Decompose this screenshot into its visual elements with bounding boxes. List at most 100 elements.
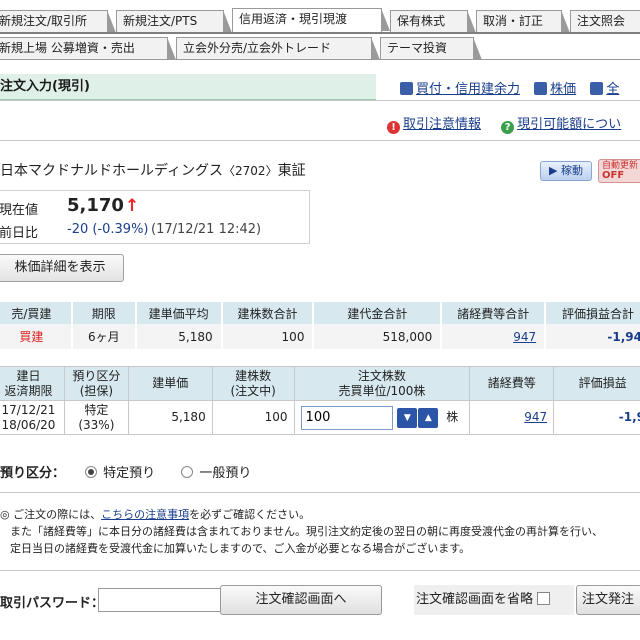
all-link[interactable]: 全	[590, 82, 619, 97]
main-tab-bar: 新規注文/取引所 新規注文/PTS 信用返済・現引現渡 保有株式 取消・訂正 注…	[0, 8, 640, 33]
tab-order-inquiry[interactable]: 注文照会	[570, 10, 640, 32]
tab-cancel-modify[interactable]: 取消・訂正	[476, 10, 570, 33]
tab-label: 新規注文/取引所	[0, 14, 88, 28]
tab-label: テーマ投資	[387, 41, 448, 55]
change-label: 前日比	[0, 226, 39, 241]
price-change: -20 (-0.39%)	[67, 222, 149, 237]
column-header: 建単価平均	[135, 302, 223, 324]
fees-link[interactable]: 947	[524, 410, 547, 424]
tab-new-order[interactable]: 新規注文/取引所	[0, 10, 116, 33]
cash-available-link[interactable]: ? 現引可能額につい	[501, 117, 621, 134]
current-price-label: 現在値	[0, 203, 39, 218]
tab-holdings[interactable]: 保有株式	[390, 10, 476, 33]
order-qty-cell: ▼▲ 株	[293, 400, 471, 435]
deposit-type-row: 預り区分： 特定預り 一般預り	[0, 462, 251, 481]
column-header: 預り区分 (担保)	[63, 366, 129, 401]
table-header-row: 売/買建 期限 建単価平均 建株数合計 建代金合計 諸経費等合計 評価損益合計	[0, 302, 640, 324]
column-header: 建株数 (注文中)	[211, 366, 295, 401]
amount-cell: 518,000	[313, 324, 443, 349]
tab-theme-investment[interactable]: テーマ投資	[380, 37, 482, 60]
column-header: 諸経費等合計	[441, 302, 547, 324]
column-header: 建単価	[127, 366, 213, 401]
trading-alert-link[interactable]: ! 取引注意情報	[387, 117, 481, 134]
unit-label: 株	[446, 410, 459, 424]
tab-label: 信用返済・現引現渡	[239, 12, 348, 26]
checkbox-icon[interactable]	[537, 592, 551, 605]
up-arrow-icon: ↑	[125, 196, 140, 216]
calculator-icon	[400, 82, 413, 95]
show-price-detail-button[interactable]: 株価詳細を表示	[0, 254, 124, 282]
confirm-order-button[interactable]: 注文確認画面へ	[220, 585, 382, 615]
divider	[0, 570, 640, 571]
stock-market: 東証	[277, 163, 306, 179]
column-header: 建日 返済期限	[0, 366, 65, 401]
header-links: 買付・信用建余力 株価 全	[400, 78, 629, 97]
increase-icon[interactable]: ▲	[418, 407, 439, 428]
tab-label: 保有株式	[397, 14, 446, 28]
radio-icon	[181, 466, 194, 478]
tab-off-auction[interactable]: 立会外分売/立会外トレード	[176, 37, 380, 60]
column-header: 売/買建	[0, 302, 73, 324]
note-line: 定日当日の諸経費を受渡代金に加算いたしますので、ご入金が必要となる場合がございま…	[10, 542, 471, 555]
subtab-divider	[0, 59, 640, 60]
auto-refresh-state: OFF	[602, 170, 625, 181]
list-icon	[590, 82, 604, 95]
table-row: 17/12/2118/06/20 特定(33%) 5,180 100 ▼▲ 株 …	[0, 400, 640, 435]
table-row: 買建 6ヶ月 5,180 100 518,000 947 -1,94	[0, 324, 640, 349]
skip-confirm-option[interactable]: 注文確認画面を省略	[414, 585, 574, 615]
page-title: 注文入力(現引)	[0, 74, 376, 100]
divider	[0, 100, 640, 101]
qty-cell: 100	[221, 324, 315, 349]
column-header: 評価損益	[553, 366, 640, 401]
tab-label: 新規注文/PTS	[123, 14, 198, 28]
password-input[interactable]	[98, 588, 222, 612]
divider	[0, 492, 640, 493]
note-line: また「諸経費等」に本日分の諸経費は含まれておりません。現引注文約定後の翌日の朝に…	[10, 525, 604, 538]
avg-price-cell: 5,180	[135, 324, 223, 349]
deposit-general-option[interactable]: 一般預り	[181, 466, 251, 481]
side-cell: 買建	[0, 324, 73, 349]
tab-margin-repay[interactable]: 信用返済・現引現渡	[232, 8, 390, 32]
info-icon: ◎	[0, 508, 14, 521]
buying-power-link[interactable]: 買付・信用建余力	[400, 82, 520, 97]
tab-new-order-pts[interactable]: 新規注文/PTS	[116, 10, 232, 33]
price-cell: 5,180	[127, 400, 213, 435]
stock-name: 日本マクドナルドホールディングス〈2702〉東証	[0, 160, 306, 180]
move-button[interactable]: ▶ 稼動	[540, 161, 592, 181]
stock-price-link[interactable]: 株価	[534, 82, 576, 97]
send-order-button[interactable]: 注文発注	[576, 585, 640, 615]
tab-label: 新規上場 公募増資・売出	[0, 41, 135, 55]
order-qty-input[interactable]	[300, 405, 393, 430]
table-header-row: 建日 返済期限 預り区分 (担保) 建単価 建株数 (注文中) 注文株数 売買単位/10…	[0, 366, 640, 401]
qty-cell: 100	[211, 400, 295, 435]
pnl-cell: -1,94	[607, 329, 640, 344]
decrease-icon[interactable]: ▼	[397, 407, 418, 428]
notes-link[interactable]: こちらの注意事項	[101, 508, 189, 521]
date-cell: 17/12/21 18/06/20	[0, 400, 65, 435]
tab-ipo[interactable]: 新規上場 公募増資・売出	[0, 37, 176, 60]
stock-code: 〈2702〉	[223, 164, 278, 178]
column-header: 評価損益合計	[545, 302, 640, 324]
help-icon: ?	[501, 121, 515, 134]
column-header: 建株数合計	[221, 302, 315, 324]
auto-refresh-button[interactable]: 自動更新 OFF	[598, 159, 640, 183]
pnl-cell: -1,9	[618, 410, 640, 424]
price-timestamp: (17/12/21 12:42)	[151, 222, 262, 237]
current-price: 5,170	[67, 195, 124, 216]
position-table: 建日 返済期限 預り区分 (担保) 建単価 建株数 (注文中) 注文株数 売買単位/10…	[0, 366, 640, 435]
password-label: 取引パスワード：	[0, 596, 105, 611]
sub-tab-bar: 新規上場 公募増資・売出 立会外分売/立会外トレード テーマ投資	[0, 37, 640, 60]
summary-table: 売/買建 期限 建単価平均 建株数合計 建代金合計 諸経費等合計 評価損益合計 …	[0, 302, 640, 349]
column-header: 建代金合計	[313, 302, 443, 324]
alert-icon: !	[387, 121, 400, 134]
term-cell: 6ヶ月	[71, 324, 137, 349]
chart-icon	[534, 82, 548, 95]
column-header: 注文株数 売買単位/100株	[293, 366, 471, 401]
notes: ◎ ご注文の際には、こちらの注意事項を必ずご確認ください。 また「諸経費等」に本…	[0, 506, 640, 557]
deposit-label: 預り区分：	[0, 466, 66, 481]
stock-name-text: 日本マクドナルドホールディングス	[0, 163, 224, 179]
tab-label: 立会外分売/立会外トレード	[183, 41, 332, 55]
deposit-specific-option[interactable]: 特定預り	[85, 466, 155, 481]
tab-divider	[0, 32, 640, 34]
fees-link[interactable]: 947	[513, 330, 536, 344]
